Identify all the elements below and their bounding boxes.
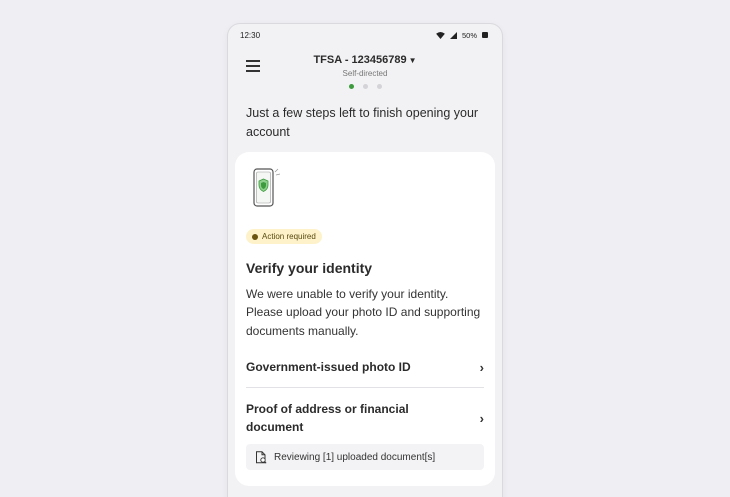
step-dot [376, 84, 382, 89]
status-icons: 50% [436, 31, 488, 40]
intro-text: Just a few steps left to finish opening … [246, 106, 479, 139]
account-dropdown[interactable]: TFSA - 123456789 ▼ [228, 54, 502, 66]
phone-frame: 12:30 50% TFSA - 123456789 ▼ Self-directe… [228, 24, 502, 497]
caret-down-icon: ▼ [408, 56, 417, 65]
status-bar: 12:30 50% [228, 24, 502, 46]
review-note: Reviewing [1] uploaded document[s] [246, 444, 484, 470]
step-dot [362, 84, 368, 89]
badge-dot [252, 233, 258, 240]
chevron-right-icon: › [479, 359, 484, 375]
photo-id-label: Government-issued photo ID [246, 360, 411, 374]
chevron-right-icon: › [479, 410, 484, 426]
card-body: We were unable to verify your identity. … [246, 286, 481, 338]
app-header: TFSA - 123456789 ▼ Self-directed [228, 46, 502, 102]
account-title: TFSA - 123456789 [313, 54, 407, 66]
badge-label: Action required [262, 232, 316, 241]
review-note-text: Reviewing [1] uploaded document[s] [274, 451, 436, 463]
phone-shield-illustration [253, 168, 281, 207]
proof-of-address-item[interactable]: Proof of address or financial document › [246, 400, 484, 436]
status-badge: Action required [246, 229, 322, 244]
verify-identity-card: Action required Verify your identity We … [235, 152, 495, 486]
photo-id-item[interactable]: Government-issued photo ID › [246, 357, 484, 377]
document-review-icon [256, 450, 267, 464]
account-selector: TFSA - 123456789 ▼ Self-directed [228, 54, 502, 89]
card-title: Verify your identity [246, 259, 373, 276]
proof-of-address-label: Proof of address or financial document [246, 402, 409, 434]
divider [246, 387, 484, 388]
step-dot [348, 84, 354, 89]
wifi-icon [436, 31, 445, 39]
signal-icon [449, 31, 457, 39]
battery-icon [482, 32, 488, 38]
battery-percent: 50% [461, 30, 477, 40]
status-time: 12:30 [240, 30, 261, 40]
account-subtitle: Self-directed [342, 69, 388, 78]
step-indicator [228, 84, 502, 89]
